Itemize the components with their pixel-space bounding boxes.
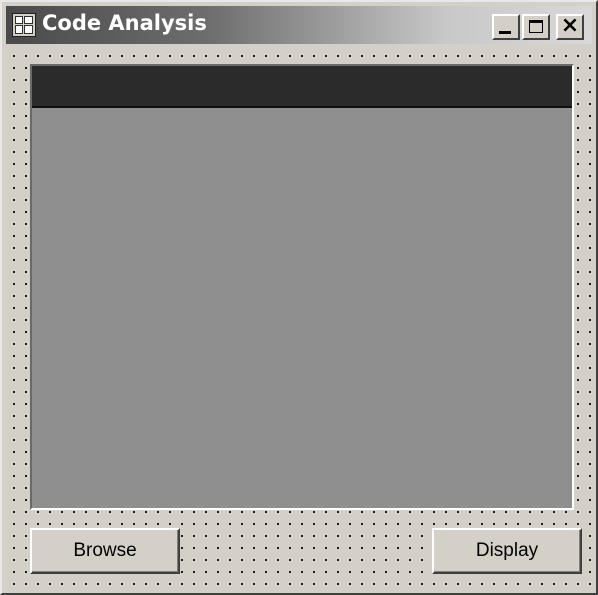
designer-window: Code Analysis × Browse Display — [0, 0, 598, 595]
window-title: Code Analysis — [42, 11, 207, 35]
form-design-surface: Browse Display — [6, 46, 592, 591]
display-button[interactable]: Display — [432, 528, 582, 574]
maximize-button[interactable] — [522, 14, 550, 40]
minimize-button[interactable] — [492, 14, 520, 40]
close-button[interactable]: × — [556, 13, 584, 40]
browse-button[interactable]: Browse — [30, 528, 180, 574]
minimize-icon — [499, 31, 511, 34]
maximize-icon — [529, 20, 543, 33]
data-grid-header — [32, 66, 572, 108]
title-bar[interactable]: Code Analysis × — [6, 6, 592, 44]
close-icon: × — [560, 13, 580, 38]
data-grid-view[interactable] — [30, 64, 574, 510]
form-designer-icon — [12, 13, 36, 37]
